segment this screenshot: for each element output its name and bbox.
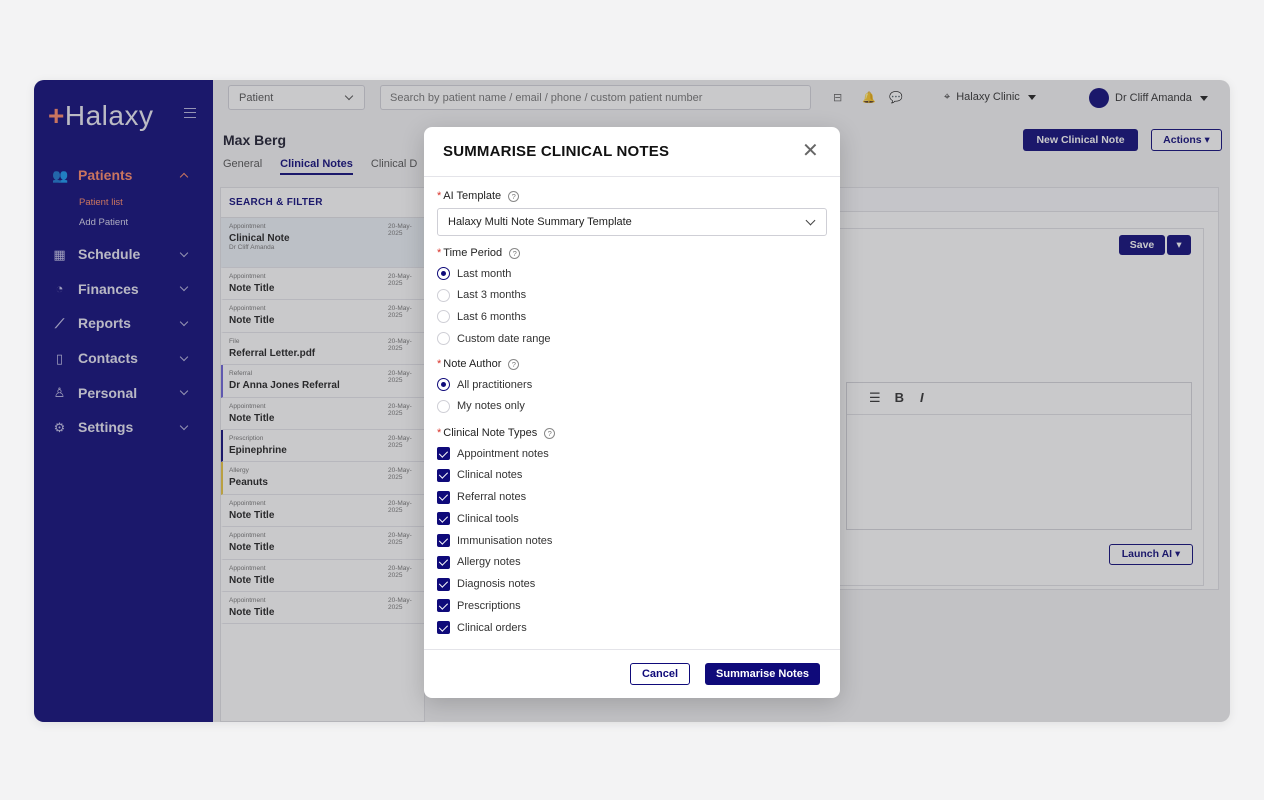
checkbox-checked[interactable] (437, 512, 450, 526)
ai-template-label: * AI Template? (437, 190, 520, 202)
help-icon[interactable]: ? (508, 190, 520, 202)
radio-button[interactable] (437, 332, 450, 346)
time-period-options-option[interactable]: Last 3 months (437, 288, 527, 302)
option-label: Last month (457, 267, 512, 280)
note-author-options-option[interactable]: My notes only (437, 399, 525, 413)
divider (424, 176, 840, 177)
checkbox-checked[interactable] (437, 468, 450, 482)
option-label: Last 6 months (457, 310, 527, 323)
note-type-option[interactable]: Referral notes (437, 490, 527, 504)
note-type-option[interactable]: Allergy notes (437, 555, 521, 569)
help-icon[interactable]: ? (544, 427, 556, 439)
checkbox-checked[interactable] (437, 490, 450, 504)
note-author-label: * Note Author? (437, 358, 520, 370)
radio-button[interactable] (437, 378, 450, 391)
note-type-option[interactable]: Clinical notes (437, 468, 523, 482)
checkbox-checked[interactable] (437, 577, 450, 591)
radio-button[interactable] (437, 310, 450, 324)
checkbox-checked[interactable] (437, 534, 450, 547)
chevron-down-icon (805, 215, 816, 226)
help-icon[interactable]: ? (509, 247, 521, 259)
option-label: Appointment notes (457, 447, 549, 460)
checkbox-checked[interactable] (437, 599, 450, 613)
checkbox-checked[interactable] (437, 447, 450, 460)
option-label: Clinical orders (457, 621, 527, 634)
note-type-option[interactable]: Immunisation notes (437, 534, 552, 547)
option-label: Referral notes (457, 491, 527, 503)
time-period-options-option[interactable]: Custom date range (437, 332, 551, 346)
note-type-option[interactable]: Appointment notes (437, 447, 549, 460)
note-type-option[interactable]: Prescriptions (437, 599, 521, 613)
option-label: Last 3 months (457, 289, 527, 302)
option-label: Diagnosis notes (457, 578, 536, 590)
option-label: Prescriptions (457, 599, 521, 612)
time-period-label: * Time Period? (437, 247, 521, 259)
time-period-options-option[interactable]: Last month (437, 267, 511, 280)
note-type-option[interactable]: Clinical orders (437, 621, 527, 634)
summarise-notes-modal: SUMMARISE CLINICAL NOTES ✕ * AI Template?… (424, 127, 840, 698)
option-label: Immunisation notes (457, 534, 553, 547)
option-label: My notes only (457, 400, 525, 413)
radio-button[interactable] (437, 267, 450, 280)
checkbox-checked[interactable] (437, 555, 450, 569)
note-type-option[interactable]: Clinical tools (437, 512, 519, 526)
ai-template-select[interactable]: Halaxy Multi Note Summary Template (437, 208, 827, 236)
option-label: Clinical tools (457, 512, 519, 525)
summarise-notes-button[interactable]: Summarise Notes (705, 663, 820, 685)
note-type-option[interactable]: Diagnosis notes (437, 577, 536, 591)
option-label: All practitioners (457, 378, 533, 391)
checkbox-checked[interactable] (437, 621, 450, 634)
radio-button[interactable] (437, 399, 450, 413)
note-author-options-option[interactable]: All practitioners (437, 378, 532, 391)
time-period-options-option[interactable]: Last 6 months (437, 310, 527, 324)
radio-button[interactable] (437, 288, 450, 302)
option-label: Custom date range (457, 332, 551, 345)
modal-title: SUMMARISE CLINICAL NOTES (443, 143, 670, 160)
close-icon[interactable]: ✕ (802, 141, 819, 161)
option-label: Allergy notes (457, 556, 521, 569)
option-label: Clinical notes (457, 469, 523, 482)
divider (424, 649, 840, 650)
clinical-note-types-label: * Clinical Note Types? (437, 427, 556, 439)
help-icon[interactable]: ? (508, 358, 520, 370)
cancel-button[interactable]: Cancel (630, 663, 690, 685)
